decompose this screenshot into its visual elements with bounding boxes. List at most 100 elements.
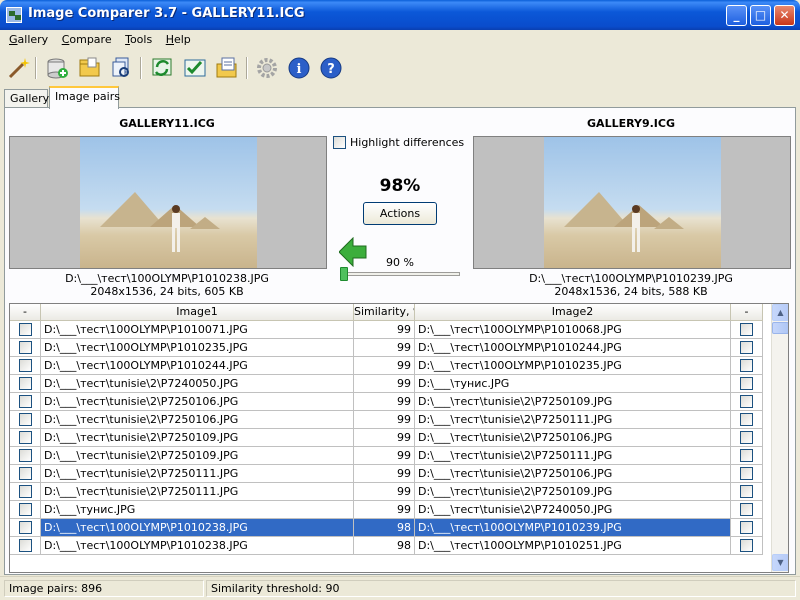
vertical-scrollbar[interactable]: ▲ ▼ — [771, 304, 788, 572]
checkbox[interactable] — [740, 521, 753, 534]
actions-button[interactable]: Actions — [363, 202, 437, 225]
row-checkbox-right[interactable] — [731, 519, 763, 537]
row-checkbox-right[interactable] — [731, 321, 763, 339]
scroll-down-icon[interactable]: ▼ — [772, 554, 788, 571]
row-checkbox-right[interactable] — [731, 393, 763, 411]
table-row[interactable]: D:\___\тест\tunisie\2\P7240050.JPG 99 D:\_… — [10, 375, 772, 393]
row-image1[interactable]: D:\___\тест\100OLYMP\P1010238.JPG — [41, 519, 354, 537]
row-image2[interactable]: D:\___\тест\100OLYMP\P1010235.JPG — [415, 357, 731, 375]
row-checkbox-right[interactable] — [731, 429, 763, 447]
checkbox[interactable] — [18, 539, 32, 552]
row-image1[interactable]: D:\___\тунис.JPG — [41, 501, 354, 519]
checkbox[interactable] — [740, 485, 753, 498]
scroll-thumb[interactable] — [772, 322, 788, 334]
row-checkbox-left[interactable] — [10, 321, 41, 339]
checkbox[interactable] — [740, 359, 753, 372]
minimize-button[interactable]: _ — [726, 5, 747, 26]
checkbox[interactable] — [18, 449, 32, 462]
row-image2[interactable]: D:\___\тест\100OLYMP\P1010068.JPG — [415, 321, 731, 339]
checkbox[interactable] — [18, 377, 32, 390]
row-image1[interactable]: D:\___\тест\tunisie\2\P7250109.JPG — [41, 447, 354, 465]
header-image1[interactable]: Image1 — [41, 304, 354, 321]
add-to-gallery-icon[interactable] — [44, 54, 72, 82]
row-checkbox-left[interactable] — [10, 447, 41, 465]
tab-image-pairs[interactable]: Image pairs — [49, 86, 120, 109]
table-row[interactable]: D:\___\тест\100OLYMP\P1010071.JPG 99 D:\__… — [10, 321, 772, 339]
row-image1[interactable]: D:\___\тест\100OLYMP\P1010071.JPG — [41, 321, 354, 339]
checkbox[interactable] — [740, 467, 753, 480]
row-image2[interactable]: D:\___\тест\100OLYMP\P1010239.JPG — [415, 519, 731, 537]
maximize-button[interactable]: □ — [750, 5, 771, 26]
table-row[interactable]: D:\___\тест\tunisie\2\P7250111.JPG 99 D:\_… — [10, 483, 772, 501]
help-icon[interactable]: ? — [317, 54, 345, 82]
row-checkbox-left[interactable] — [10, 339, 41, 357]
checkbox[interactable] — [18, 467, 32, 480]
row-checkbox-right[interactable] — [731, 447, 763, 465]
left-image-preview[interactable] — [9, 136, 327, 269]
row-image2[interactable]: D:\___\тест\tunisie\2\P7250106.JPG — [415, 429, 731, 447]
checkbox[interactable] — [18, 395, 32, 408]
tab-gallery[interactable]: Gallery — [4, 89, 49, 108]
row-image2[interactable]: D:\___\тест\100OLYMP\P1010244.JPG — [415, 339, 731, 357]
table-row[interactable]: D:\___\тест\100OLYMP\P1010238.JPG 98 D:\__… — [10, 519, 772, 537]
table-row[interactable]: D:\___\тест\tunisie\2\P7250106.JPG 99 D:\_… — [10, 393, 772, 411]
row-checkbox-right[interactable] — [731, 483, 763, 501]
checkbox[interactable] — [740, 449, 753, 462]
right-image-preview[interactable] — [473, 136, 791, 269]
table-row[interactable]: D:\___\тест\100OLYMP\P1010244.JPG 99 D:\__… — [10, 357, 772, 375]
checkbox[interactable] — [18, 431, 32, 444]
header-similarity[interactable]: Similarity, % — [354, 304, 415, 321]
export-icon[interactable] — [213, 54, 241, 82]
row-image2[interactable]: D:\___\тест\100OLYMP\P1010251.JPG — [415, 537, 731, 555]
threshold-slider[interactable] — [340, 267, 460, 281]
mark-pairs-icon[interactable] — [181, 54, 209, 82]
table-row[interactable]: D:\___\тунис.JPG 99 D:\___\тест\tunisie\2\… — [10, 501, 772, 519]
row-checkbox-left[interactable] — [10, 483, 41, 501]
row-image2[interactable]: D:\___\тест\tunisie\2\P7250106.JPG — [415, 465, 731, 483]
scroll-up-icon[interactable]: ▲ — [772, 304, 788, 321]
checkbox[interactable] — [18, 521, 32, 534]
row-image1[interactable]: D:\___\тест\tunisie\2\P7250111.JPG — [41, 483, 354, 501]
menu-tools[interactable]: Tools — [120, 30, 157, 46]
row-checkbox-right[interactable] — [731, 501, 763, 519]
row-checkbox-right[interactable] — [731, 537, 763, 555]
checkbox[interactable] — [740, 413, 753, 426]
row-image1[interactable]: D:\___\тест\100OLYMP\P1010244.JPG — [41, 357, 354, 375]
row-checkbox-left[interactable] — [10, 411, 41, 429]
header-check-right[interactable]: - — [731, 304, 763, 321]
settings-icon[interactable] — [253, 54, 281, 82]
close-button[interactable]: ✕ — [774, 5, 795, 26]
checkbox[interactable] — [740, 323, 753, 336]
row-checkbox-left[interactable] — [10, 375, 41, 393]
info-icon[interactable]: i — [285, 54, 313, 82]
row-checkbox-left[interactable] — [10, 393, 41, 411]
checkbox[interactable] — [18, 323, 32, 336]
table-row[interactable]: D:\___\тест\100OLYMP\P1010238.JPG 98 D:\__… — [10, 537, 772, 555]
row-image2[interactable]: D:\___\тест\tunisie\2\P7250111.JPG — [415, 411, 731, 429]
row-checkbox-right[interactable] — [731, 411, 763, 429]
slider-thumb[interactable] — [340, 267, 348, 281]
checkbox[interactable] — [740, 341, 753, 354]
row-image1[interactable]: D:\___\тест\tunisie\2\P7250111.JPG — [41, 465, 354, 483]
find-duplicates-icon[interactable] — [108, 54, 136, 82]
header-image2[interactable]: Image2 — [415, 304, 731, 321]
row-image2[interactable]: D:\___\тест\tunisie\2\P7240050.JPG — [415, 501, 731, 519]
row-image2[interactable]: D:\___\тест\tunisie\2\P7250109.JPG — [415, 483, 731, 501]
table-row[interactable]: D:\___\тест\100OLYMP\P1010235.JPG 99 D:\__… — [10, 339, 772, 357]
checkbox[interactable] — [18, 485, 32, 498]
checkbox[interactable] — [18, 503, 32, 516]
table-row[interactable]: D:\___\тест\tunisie\2\P7250109.JPG 99 D:\_… — [10, 447, 772, 465]
table-row[interactable]: D:\___\тест\tunisie\2\P7250106.JPG 99 D:\_… — [10, 411, 772, 429]
highlight-differences[interactable]: Highlight differences — [333, 136, 464, 149]
row-image2[interactable]: D:\___\тунис.JPG — [415, 375, 731, 393]
row-checkbox-right[interactable] — [731, 375, 763, 393]
header-check-left[interactable]: - — [10, 304, 41, 321]
row-checkbox-right[interactable] — [731, 357, 763, 375]
menu-help[interactable]: Help — [161, 30, 196, 46]
magic-wand-icon[interactable] — [4, 54, 32, 82]
checkbox[interactable] — [18, 359, 32, 372]
row-image2[interactable]: D:\___\тест\tunisie\2\P7250109.JPG — [415, 393, 731, 411]
menu-gallery[interactable]: Gallery — [4, 30, 53, 46]
table-row[interactable]: D:\___\тест\tunisie\2\P7250109.JPG 99 D:\_… — [10, 429, 772, 447]
checkbox[interactable] — [18, 413, 32, 426]
